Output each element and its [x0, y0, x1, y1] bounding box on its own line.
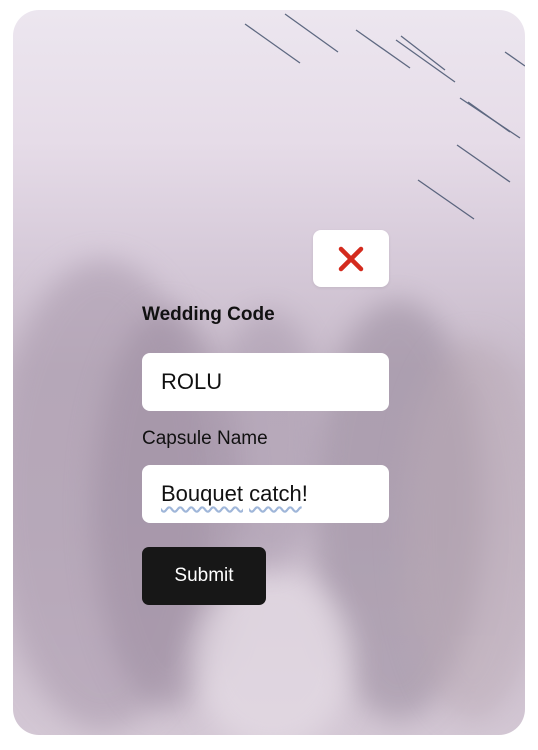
wedding-code-label: Wedding Code [142, 304, 275, 325]
capsule-name-value: Bouquet catch! [161, 481, 308, 507]
wedding-code-input[interactable]: ROLU [142, 353, 389, 411]
modal-card: Wedding Code ROLU Capsule Name Bouquet c… [13, 10, 525, 735]
close-button[interactable] [313, 230, 389, 287]
close-icon [338, 246, 364, 271]
capsule-name-word: catch [249, 481, 302, 506]
decorative-streaks [244, 13, 525, 220]
wedding-code-value: ROLU [161, 369, 223, 394]
capsule-name-label: Capsule Name [142, 428, 268, 449]
capsule-name-word: Bouquet [161, 481, 243, 506]
submit-button[interactable]: Submit [142, 547, 266, 605]
capsule-name-punctuation: ! [301, 481, 308, 506]
capsule-name-input[interactable]: Bouquet catch! [142, 465, 389, 523]
